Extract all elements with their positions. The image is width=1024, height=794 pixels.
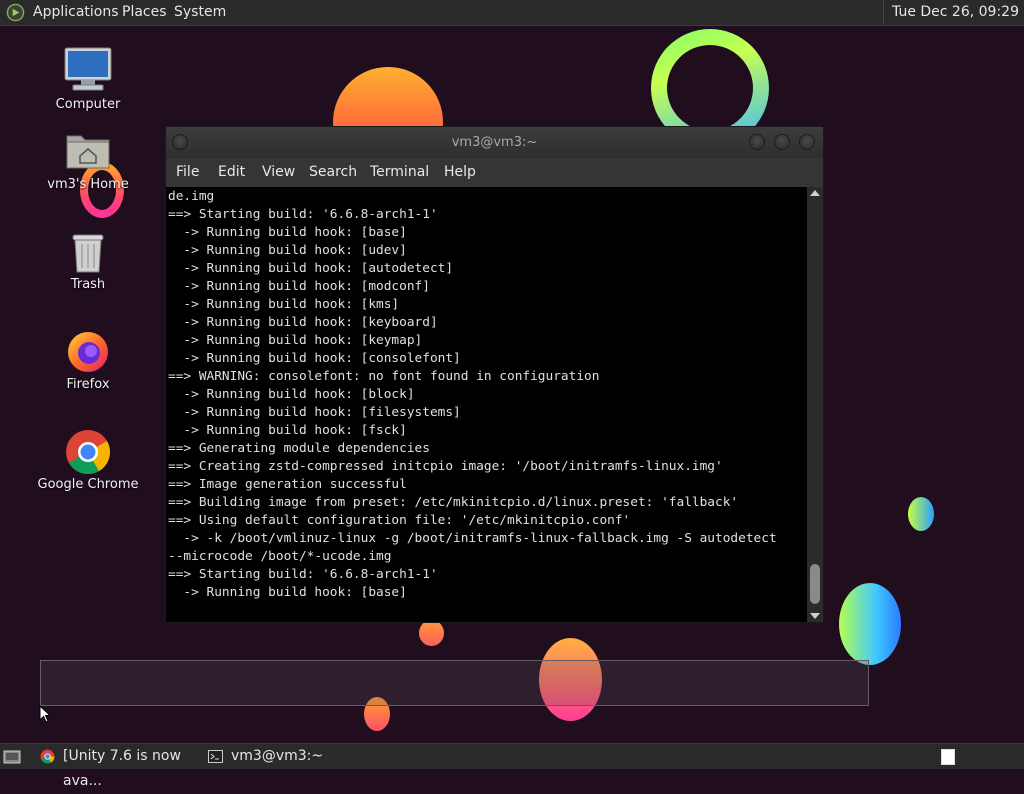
applications-menu[interactable]: Applications — [33, 0, 119, 25]
chrome-icon — [66, 430, 111, 475]
terminal-line: ==> WARNING: consolefont: no font found … — [168, 369, 600, 384]
desktop-icon-label: Firefox — [66, 377, 110, 392]
terminal-line: -> Running build hook: [block] — [168, 387, 415, 402]
desktop-icon-firefox[interactable]: Firefox — [33, 326, 143, 394]
terminal-line: -> Running build hook: [udev] — [168, 243, 407, 258]
mouse-pointer-icon — [39, 705, 51, 723]
trash-icon — [72, 234, 104, 273]
wallpaper-dot — [419, 620, 444, 646]
menu-search[interactable]: Search — [309, 158, 357, 187]
terminal-line: --microcode /boot/*-ucode.img — [168, 549, 392, 564]
show-desktop-icon[interactable] — [3, 749, 21, 764]
terminal-line: -> Running build hook: [fsck] — [168, 423, 407, 438]
taskbar-item-label: [Unity 7.6 is now ava... — [63, 748, 181, 789]
desktop-icon-chrome[interactable]: Google Chrome — [33, 426, 143, 494]
menu-help[interactable]: Help — [444, 158, 476, 187]
desktop-icon-label: Google Chrome — [37, 477, 139, 492]
terminal-line: -> Running build hook: [keyboard] — [168, 315, 438, 330]
places-menu[interactable]: Places — [122, 0, 167, 25]
menu-terminal[interactable]: Terminal — [370, 158, 429, 187]
terminal-line: ==> Starting build: '6.6.8-arch1-1' — [168, 567, 438, 582]
terminal-output[interactable]: de.img ==> Starting build: '6.6.8-arch1-1… — [166, 187, 807, 622]
desktop-icon-trash[interactable]: Trash — [33, 228, 143, 294]
window-menu-button[interactable] — [172, 134, 188, 150]
top-panel: Applications Places System Tue Dec 26, 0… — [0, 0, 1024, 26]
clock[interactable]: Tue Dec 26, 09:29 — [883, 0, 1019, 25]
notification-area — [40, 660, 869, 706]
desktop-icon-label: vm3's Home — [47, 177, 129, 192]
menu-edit[interactable]: Edit — [218, 158, 245, 187]
terminal-icon — [208, 750, 223, 763]
terminal-line: -> Running build hook: [base] — [168, 225, 407, 240]
scroll-thumb[interactable] — [810, 564, 820, 604]
terminal-window[interactable]: vm3@vm3:~ File Edit View Search Terminal… — [166, 127, 823, 622]
minimize-button[interactable] — [749, 134, 765, 150]
terminal-scrollbar[interactable] — [807, 187, 823, 622]
terminal-line: -> Running build hook: [kms] — [168, 297, 400, 312]
taskbar-item-terminal[interactable]: vm3@vm3:~ — [206, 744, 366, 769]
computer-icon — [64, 47, 112, 91]
terminal-line: ==> Creating zstd-compressed initcpio im… — [168, 459, 723, 474]
terminal-line: ==> Generating module dependencies — [168, 441, 430, 456]
terminal-lines: de.img ==> Starting build: '6.6.8-arch1-1… — [168, 188, 777, 602]
wallpaper-small-blob — [908, 497, 934, 531]
taskbar-item-label: vm3@vm3:~ — [231, 748, 324, 764]
terminal-line: ==> Using default configuration file: '/… — [168, 513, 631, 528]
desktop-icon-home[interactable]: vm3's Home — [33, 128, 143, 198]
chrome-icon — [40, 749, 55, 764]
terminal-titlebar[interactable]: vm3@vm3:~ — [166, 127, 823, 158]
terminal-line: -> Running build hook: [keymap] — [168, 333, 423, 348]
terminal-line: de.img — [168, 189, 215, 204]
mate-logo-icon[interactable] — [6, 3, 25, 22]
terminal-line: -> Running build hook: [autodetect] — [168, 261, 454, 276]
bottom-panel: [Unity 7.6 is now ava... vm3@vm3:~ — [0, 743, 1024, 789]
desktop-icon-computer[interactable]: Computer — [33, 44, 143, 116]
scroll-up-arrow-icon[interactable] — [810, 190, 820, 196]
maximize-button[interactable] — [774, 134, 790, 150]
desktop-icon-label: Computer — [55, 97, 121, 112]
terminal-menubar: File Edit View Search Terminal Help — [166, 158, 823, 187]
menu-file[interactable]: File — [176, 158, 199, 187]
terminal-line: -> Running build hook: [consolefont] — [168, 351, 461, 366]
taskbar-item-unity[interactable]: [Unity 7.6 is now ava... — [38, 744, 200, 789]
terminal-line: ==> Building image from preset: /etc/mki… — [168, 495, 739, 510]
system-menu[interactable]: System — [174, 0, 226, 25]
terminal-line: -> -k /boot/vmlinuz-linux -g /boot/initr… — [168, 531, 777, 546]
window-title: vm3@vm3:~ — [451, 135, 538, 150]
workspace-switcher[interactable] — [941, 749, 955, 765]
firefox-icon — [68, 332, 108, 372]
close-button[interactable] — [799, 134, 815, 150]
menu-view[interactable]: View — [262, 158, 295, 187]
scroll-down-arrow-icon[interactable] — [810, 613, 820, 619]
terminal-line: -> Running build hook: [modconf] — [168, 279, 430, 294]
terminal-line: ==> Starting build: '6.6.8-arch1-1' — [168, 207, 438, 222]
terminal-line: ==> Image generation successful — [168, 477, 407, 492]
desktop-icon-label: Trash — [70, 277, 106, 292]
terminal-line: -> Running build hook: [base] — [168, 585, 407, 600]
terminal-line: -> Running build hook: [filesystems] — [168, 405, 461, 420]
home-folder-icon — [66, 135, 110, 169]
wallpaper-blue-blob — [839, 583, 901, 665]
